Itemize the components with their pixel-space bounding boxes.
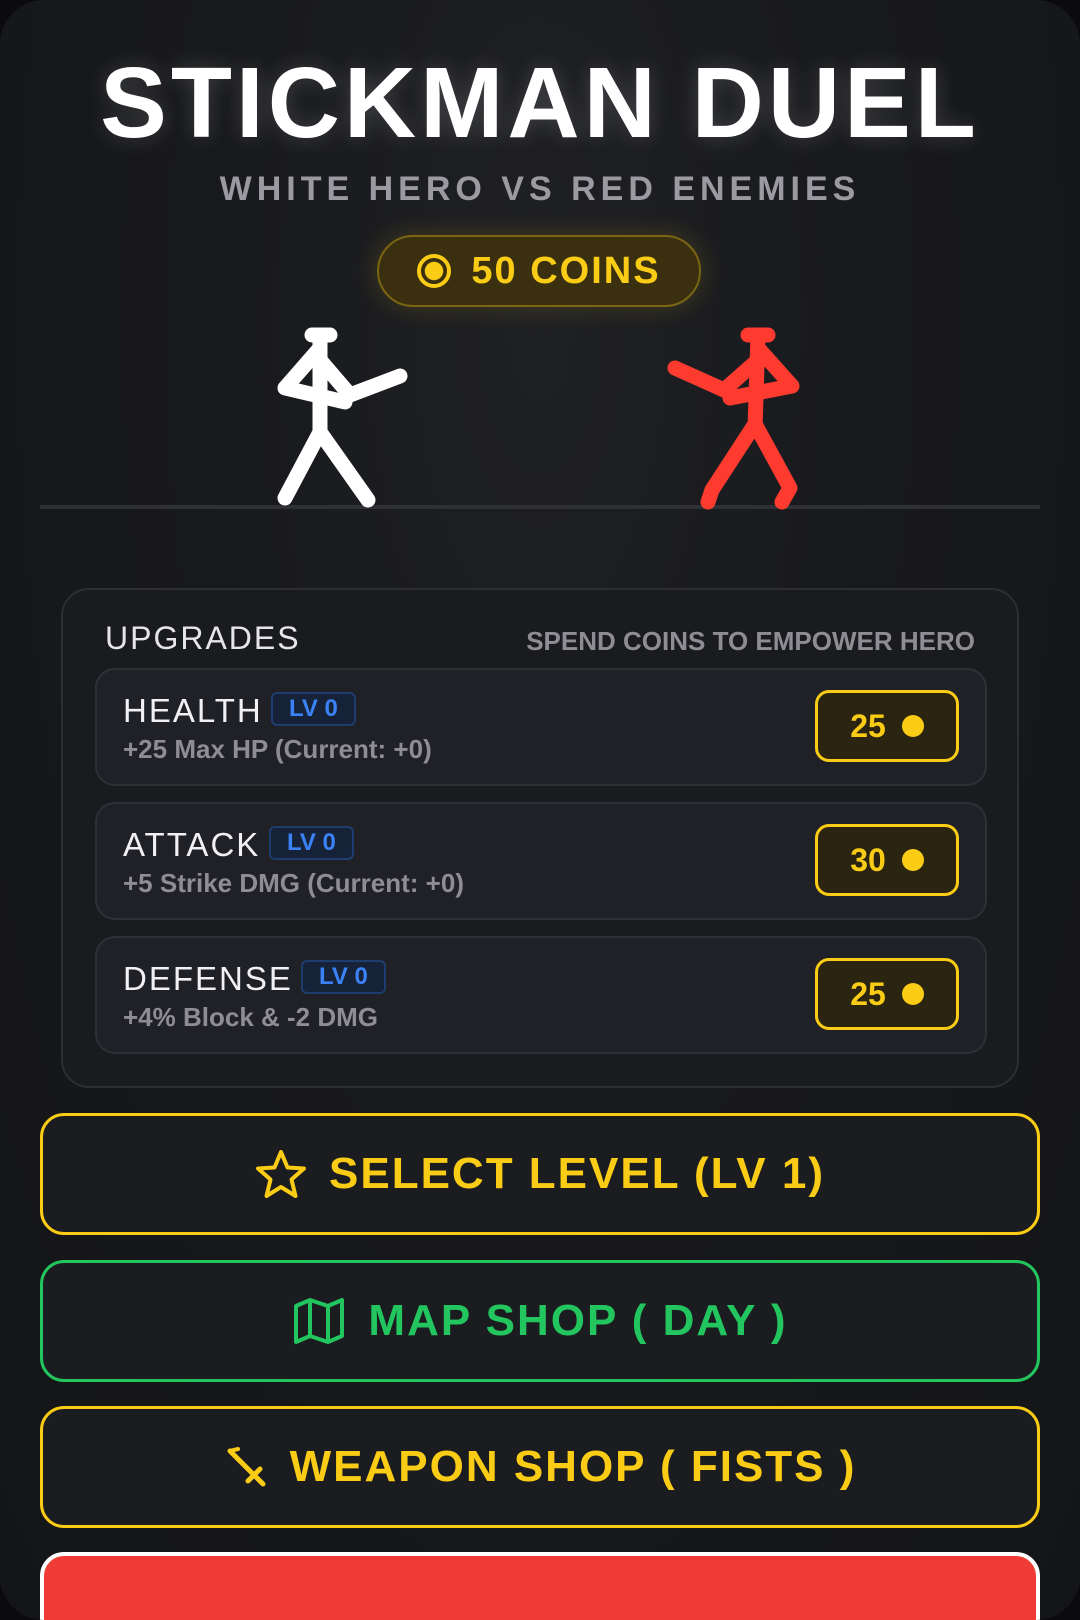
- coin-counter-label: 50 COINS: [471, 249, 661, 292]
- sword-icon: [227, 1447, 266, 1487]
- upgrade-name: ATTACK: [123, 826, 261, 863]
- level-badge: LV 0: [301, 960, 386, 994]
- weapon-shop-label: WEAPON SHOP ( FISTS ): [289, 1442, 857, 1491]
- game-title: STICKMAN DUEL: [100, 47, 980, 159]
- coin-icon: [901, 983, 924, 1005]
- upgrades-title: UPGRADES: [105, 620, 301, 656]
- game-subtitle: WHITE HERO VS RED ENEMIES: [219, 170, 861, 208]
- upgrade-name: DEFENSE: [123, 960, 293, 997]
- coin-icon: [901, 715, 924, 737]
- upgrade-row-defense: DEFENSE LV 0 +4% Block & -2 DMG 25: [95, 936, 987, 1054]
- buy-attack-button[interactable]: 30: [815, 824, 959, 896]
- buy-defense-button[interactable]: 25: [815, 958, 959, 1030]
- coin-counter: 50 COINS: [377, 235, 701, 307]
- buy-health-button[interactable]: 25: [815, 690, 959, 762]
- coin-icon: [417, 254, 452, 288]
- coin-icon: [901, 849, 924, 871]
- map-shop-label: MAP SHOP ( DAY ): [368, 1296, 788, 1345]
- select-level-button[interactable]: SELECT LEVEL (LV 1): [40, 1113, 1040, 1235]
- fight-button[interactable]: [40, 1552, 1040, 1620]
- hero-stickman: [277, 327, 408, 508]
- upgrade-description: +25 Max HP (Current: +0): [123, 734, 432, 764]
- upgrade-row-attack: ATTACK LV 0 +5 Strike DMG (Current: +0) …: [95, 802, 987, 920]
- upgrade-name: HEALTH: [123, 692, 263, 729]
- upgrades-hint: SPEND COINS TO EMPOWER HERO: [526, 626, 975, 656]
- level-badge: LV 0: [271, 692, 356, 726]
- upgrade-description: +4% Block & -2 DMG: [123, 1002, 379, 1032]
- cost-label: 25: [850, 707, 886, 744]
- cost-label: 25: [850, 975, 886, 1012]
- upgrade-row-health: HEALTH LV 0 +25 Max HP (Current: +0) 25: [95, 668, 987, 786]
- upgrade-description: +5 Strike DMG (Current: +0): [123, 868, 464, 898]
- enemy-stickman: [667, 327, 800, 510]
- arena-preview: [277, 327, 800, 510]
- weapon-shop-button[interactable]: WEAPON SHOP ( FISTS ): [40, 1406, 1040, 1528]
- upgrades-panel: UPGRADES SPEND COINS TO EMPOWER HERO HEA…: [61, 588, 1019, 1088]
- star-icon: [256, 1150, 306, 1198]
- map-shop-button[interactable]: MAP SHOP ( DAY ): [40, 1260, 1040, 1382]
- cost-label: 30: [850, 841, 886, 878]
- level-badge: LV 0: [269, 826, 354, 860]
- select-level-label: SELECT LEVEL (LV 1): [329, 1149, 825, 1198]
- game-screen: STICKMAN DUEL WHITE HERO VS RED ENEMIES …: [0, 0, 1080, 1620]
- map-icon: [294, 1298, 345, 1344]
